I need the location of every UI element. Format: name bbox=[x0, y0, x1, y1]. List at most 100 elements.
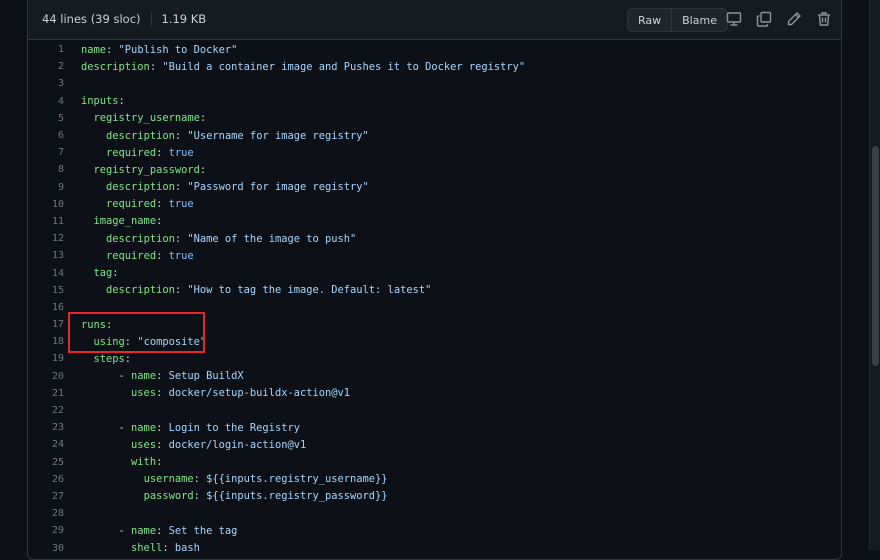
line-number[interactable]: 24 bbox=[28, 439, 64, 450]
code-line: 29 - name: Set the tag bbox=[28, 522, 841, 539]
yaml-key: description bbox=[106, 284, 175, 297]
line-number[interactable]: 25 bbox=[28, 457, 64, 468]
line-number[interactable]: 27 bbox=[28, 491, 64, 502]
yaml-boolean: true bbox=[168, 146, 194, 159]
yaml-punctuation: : bbox=[156, 249, 169, 262]
line-number[interactable]: 4 bbox=[28, 96, 64, 107]
page-scrollbar[interactable] bbox=[869, 0, 880, 550]
line-number[interactable]: 7 bbox=[28, 147, 64, 158]
line-content: description: "Build a container image an… bbox=[81, 61, 525, 73]
yaml-key: tag bbox=[93, 267, 113, 280]
line-number[interactable]: 18 bbox=[28, 336, 64, 347]
copy-icon[interactable] bbox=[756, 11, 774, 29]
line-number[interactable]: 5 bbox=[28, 113, 64, 124]
line-number[interactable]: 8 bbox=[28, 164, 64, 175]
yaml-punctuation bbox=[81, 456, 131, 468]
scrollbar-thumb[interactable] bbox=[872, 146, 879, 366]
code-line: 20 - name: Setup BuildX bbox=[28, 368, 841, 385]
line-content: tag: bbox=[81, 267, 119, 279]
yaml-value: "composite" bbox=[137, 335, 207, 348]
code-line: 30 shell: bash bbox=[28, 539, 841, 556]
line-number[interactable]: 15 bbox=[28, 285, 64, 296]
line-number[interactable]: 22 bbox=[28, 405, 64, 416]
line-number[interactable]: 28 bbox=[28, 508, 64, 519]
yaml-key: description bbox=[106, 129, 175, 142]
line-number[interactable]: 6 bbox=[28, 130, 64, 141]
line-content: registry_username: bbox=[81, 112, 207, 124]
line-number[interactable]: 13 bbox=[28, 250, 64, 261]
divider bbox=[150, 12, 152, 26]
yaml-value: ${{inputs.registry_username}} bbox=[206, 473, 388, 486]
yaml-punctuation: - bbox=[81, 370, 132, 383]
code-line: 14 tag: bbox=[28, 264, 841, 281]
code-line: 6 description: "Username for image regis… bbox=[28, 127, 841, 144]
code-line: 8 registry_password: bbox=[28, 161, 841, 178]
line-content: image_name: bbox=[81, 215, 163, 227]
line-number[interactable]: 16 bbox=[28, 302, 64, 313]
yaml-punctuation bbox=[81, 542, 131, 554]
line-number[interactable]: 11 bbox=[28, 216, 64, 227]
yaml-punctuation bbox=[81, 181, 106, 193]
yaml-punctuation bbox=[81, 336, 94, 348]
yaml-punctuation: - bbox=[81, 524, 132, 537]
line-number[interactable]: 30 bbox=[28, 543, 64, 554]
yaml-key: name bbox=[81, 43, 107, 56]
file-viewer: 44 lines (39 sloc) 1.19 KB Raw Blame 1 n… bbox=[27, 0, 842, 560]
code-line: 17 runs: bbox=[28, 316, 841, 333]
yaml-punctuation: : bbox=[156, 456, 163, 469]
code-line: 28 bbox=[28, 505, 841, 522]
code-line: 9 description: "Password for image regis… bbox=[28, 179, 841, 196]
line-count: 44 lines (39 sloc) bbox=[42, 12, 141, 26]
line-content: uses: docker/login-action@v1 bbox=[81, 439, 306, 451]
code-line: 24 uses: docker/login-action@v1 bbox=[28, 436, 841, 453]
line-content: - name: Setup BuildX bbox=[81, 370, 244, 382]
yaml-key: description bbox=[106, 232, 175, 245]
yaml-punctuation bbox=[81, 250, 106, 262]
line-number[interactable]: 26 bbox=[28, 474, 64, 485]
line-content: inputs: bbox=[81, 95, 125, 107]
raw-button[interactable]: Raw bbox=[628, 9, 672, 31]
yaml-punctuation: : bbox=[156, 146, 169, 159]
yaml-punctuation: : bbox=[149, 60, 163, 73]
line-number[interactable]: 29 bbox=[28, 525, 64, 536]
yaml-key: description bbox=[81, 60, 150, 73]
line-number[interactable]: 20 bbox=[28, 371, 64, 382]
line-content: description: "Name of the image to push" bbox=[81, 233, 356, 245]
view-button-group: Raw Blame bbox=[627, 8, 728, 32]
yaml-punctuation: : bbox=[106, 43, 119, 56]
line-number[interactable]: 19 bbox=[28, 353, 64, 364]
line-number[interactable]: 14 bbox=[28, 268, 64, 279]
trash-icon[interactable] bbox=[816, 11, 834, 29]
blame-button[interactable]: Blame bbox=[671, 9, 727, 31]
line-content: description: "How to tag the image. Defa… bbox=[81, 284, 431, 296]
line-number[interactable]: 1 bbox=[28, 44, 64, 55]
line-content: password: ${{inputs.registry_password}} bbox=[81, 490, 388, 502]
code-line: 16 bbox=[28, 299, 841, 316]
yaml-punctuation bbox=[81, 439, 131, 451]
line-number[interactable]: 2 bbox=[28, 61, 64, 72]
line-number[interactable]: 9 bbox=[28, 182, 64, 193]
line-number[interactable]: 3 bbox=[28, 78, 64, 89]
yaml-key: inputs bbox=[81, 95, 119, 108]
line-content: registry_password: bbox=[81, 163, 207, 176]
yaml-key: required bbox=[106, 249, 157, 262]
yaml-key: required bbox=[106, 198, 157, 211]
line-number[interactable]: 10 bbox=[28, 199, 64, 210]
line-number[interactable]: 21 bbox=[28, 388, 64, 399]
line-content: name: "Publish to Docker" bbox=[81, 44, 237, 56]
yaml-value: "Build a container image and Pushes it t… bbox=[162, 60, 526, 73]
yaml-punctuation: : bbox=[156, 438, 169, 451]
line-number[interactable]: 12 bbox=[28, 233, 64, 244]
yaml-punctuation: : bbox=[124, 352, 132, 365]
yaml-key: registry_password bbox=[93, 163, 200, 176]
line-content: - name: Set the tag bbox=[81, 524, 238, 537]
yaml-punctuation: : bbox=[124, 335, 138, 348]
yaml-punctuation bbox=[81, 473, 144, 485]
line-number[interactable]: 23 bbox=[28, 422, 64, 433]
yaml-punctuation: : bbox=[193, 490, 207, 503]
yaml-key: shell bbox=[131, 542, 163, 555]
file-header: 44 lines (39 sloc) 1.19 KB Raw Blame bbox=[28, 0, 841, 40]
desktop-icon[interactable] bbox=[726, 11, 744, 29]
pencil-icon[interactable] bbox=[786, 11, 804, 29]
line-number[interactable]: 17 bbox=[28, 319, 64, 330]
